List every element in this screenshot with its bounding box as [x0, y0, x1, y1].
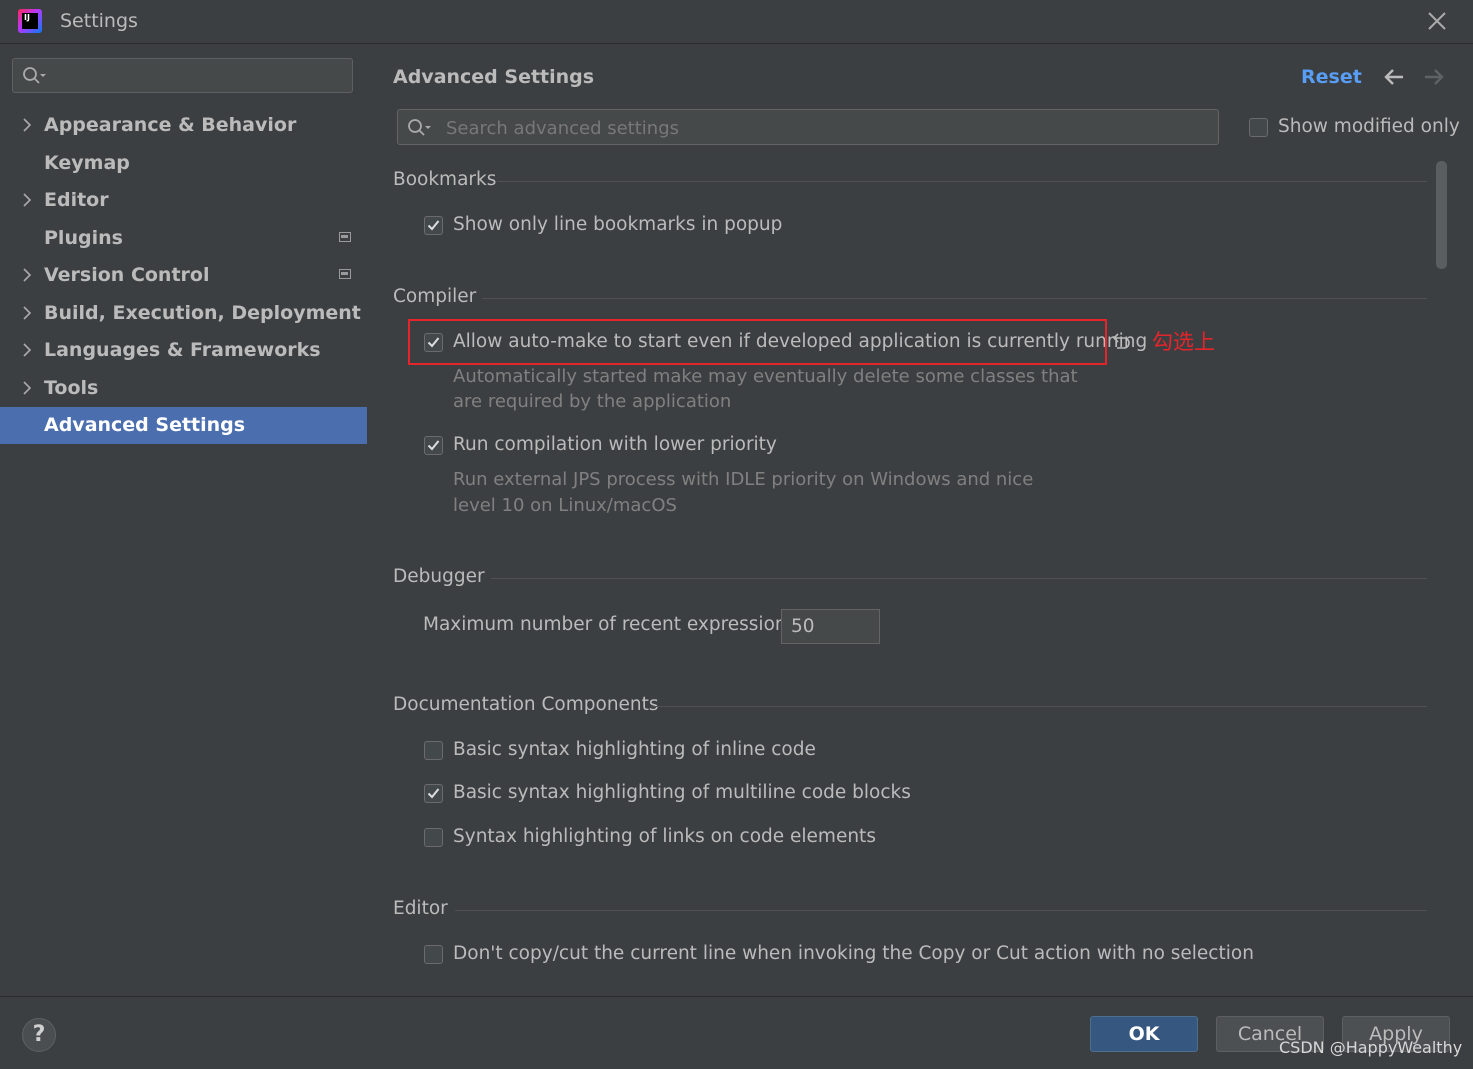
- multiline-code-highlighting-label[interactable]: Basic syntax highlighting of multiline c…: [453, 782, 911, 803]
- section-title-bookmarks: Bookmarks: [393, 169, 497, 190]
- inline-code-highlighting-checkbox[interactable]: [424, 741, 443, 760]
- sidebar-item-tools[interactable]: Tools: [0, 370, 367, 407]
- chevron-right-icon[interactable]: [20, 341, 34, 359]
- watermark-text: CSDN @HappyWealthy: [1279, 1038, 1463, 1057]
- vertical-scrollbar[interactable]: [1436, 161, 1447, 269]
- section-title-editor: Editor: [393, 898, 448, 919]
- sidebar-item-editor[interactable]: Editor: [0, 182, 367, 219]
- copy-cut-line-checkbox[interactable]: [424, 945, 443, 964]
- sidebar-item-label: Appearance & Behavior: [44, 114, 297, 136]
- project-level-settings-icon: [339, 269, 351, 279]
- sidebar-item-keymap[interactable]: Keymap: [0, 145, 367, 182]
- sidebar-item-build-execution-deployment[interactable]: Build, Execution, Deployment: [0, 295, 367, 332]
- revert-icon[interactable]: [1111, 331, 1133, 351]
- search-icon: [408, 119, 431, 136]
- project-level-settings-icon: [339, 232, 351, 242]
- chevron-right-icon[interactable]: [20, 266, 34, 284]
- section-title-debugger: Debugger: [393, 566, 485, 587]
- close-icon[interactable]: [1424, 8, 1450, 34]
- low-priority-label[interactable]: Run compilation with lower priority: [453, 434, 777, 455]
- section-divider: [497, 181, 1427, 182]
- multiline-code-highlighting-checkbox[interactable]: [424, 784, 443, 803]
- sidebar-item-label: Languages & Frameworks: [44, 339, 321, 361]
- section-divider: [482, 298, 1427, 299]
- low-priority-checkbox[interactable]: [424, 436, 443, 455]
- section-divider: [651, 706, 1427, 707]
- links-highlighting-checkbox[interactable]: [424, 828, 443, 847]
- sidebar-item-plugins[interactable]: Plugins: [0, 220, 367, 257]
- show-modified-checkbox[interactable]: [1249, 118, 1268, 137]
- chevron-right-icon[interactable]: [20, 304, 34, 322]
- sidebar-item-languages-frameworks[interactable]: Languages & Frameworks: [0, 332, 367, 369]
- red-annotation-text: 勾选上: [1152, 330, 1215, 354]
- sidebar-item-label: Version Control: [44, 264, 210, 286]
- max-expressions-field[interactable]: [781, 609, 880, 644]
- low-priority-description-line2: level 10 on Linux/macOS: [453, 495, 677, 516]
- intellij-logo-icon: IJ: [18, 9, 42, 33]
- sidebar-item-version-control[interactable]: Version Control: [0, 257, 367, 294]
- help-button[interactable]: ?: [22, 1018, 56, 1052]
- auto-make-description-line2: are required by the application: [453, 391, 732, 412]
- sidebar-search-input[interactable]: [12, 58, 353, 93]
- section-divider: [491, 578, 1427, 579]
- ok-button[interactable]: OK: [1090, 1016, 1198, 1052]
- links-highlighting-label[interactable]: Syntax highlighting of links on code ele…: [453, 826, 876, 847]
- search-icon: [23, 67, 46, 84]
- sidebar-item-label: Plugins: [44, 227, 123, 249]
- sidebar-item-advanced-settings[interactable]: Advanced Settings: [0, 407, 367, 444]
- low-priority-description-line1: Run external JPS process with IDLE prior…: [453, 469, 1034, 490]
- chevron-right-icon[interactable]: [20, 379, 34, 397]
- auto-make-description-line1: Automatically started make may eventuall…: [453, 366, 1078, 387]
- reset-link[interactable]: Reset: [1301, 66, 1362, 88]
- sidebar-item-label: Keymap: [44, 152, 130, 174]
- sidebar-item-label: Advanced Settings: [44, 414, 246, 436]
- section-divider: [455, 910, 1427, 911]
- inline-code-highlighting-label[interactable]: Basic syntax highlighting of inline code: [453, 739, 816, 760]
- back-arrow-icon[interactable]: [1382, 66, 1406, 88]
- advanced-search-input[interactable]: [444, 110, 1208, 146]
- sidebar-item-label: Tools: [44, 377, 99, 399]
- advanced-settings-search[interactable]: [397, 109, 1219, 146]
- window-title: Settings: [60, 10, 138, 32]
- section-title-documentation: Documentation Components: [393, 694, 659, 715]
- settings-content-panel: [367, 44, 1473, 996]
- sidebar-item-label: Editor: [44, 189, 109, 211]
- forward-arrow-icon[interactable]: [1422, 66, 1446, 88]
- page-title: Advanced Settings: [393, 66, 595, 88]
- chevron-right-icon[interactable]: [20, 116, 34, 134]
- sidebar-item-label: Build, Execution, Deployment: [44, 302, 361, 324]
- show-modified-label[interactable]: Show modified only: [1278, 116, 1460, 137]
- sidebar-item-appearance-behavior[interactable]: Appearance & Behavior: [0, 107, 367, 144]
- bookmarks-option-label[interactable]: Show only line bookmarks in popup: [453, 214, 782, 235]
- red-highlight-box: [408, 319, 1107, 365]
- bookmarks-option-checkbox[interactable]: [424, 216, 443, 235]
- chevron-right-icon[interactable]: [20, 191, 34, 209]
- section-title-compiler: Compiler: [393, 286, 477, 307]
- copy-cut-line-label[interactable]: Don't copy/cut the current line when inv…: [453, 943, 1254, 964]
- max-expressions-label: Maximum number of recent expressions:: [423, 614, 803, 635]
- title-bar: [0, 0, 1473, 44]
